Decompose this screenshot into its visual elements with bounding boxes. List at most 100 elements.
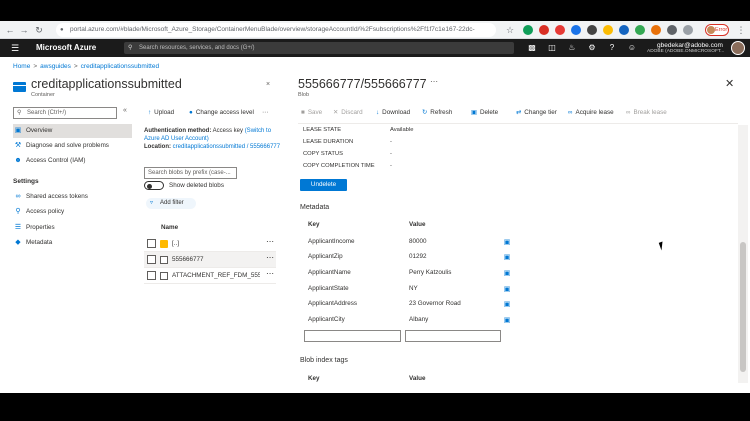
extension-icon[interactable] <box>539 25 549 35</box>
add-filter-button[interactable]: ▿ Add filter <box>146 198 196 209</box>
extension-icon[interactable] <box>651 25 661 35</box>
metadata-value[interactable]: 80000 <box>409 238 427 245</box>
menu-item-overview[interactable]: ▣ Overview <box>13 124 132 138</box>
star-icon[interactable]: ☆ <box>504 23 516 37</box>
breadcrumb-storage-account[interactable]: awsguides <box>40 63 71 70</box>
directory-filter-icon[interactable]: ◫ <box>547 43 557 53</box>
extension-icon[interactable] <box>619 25 629 35</box>
avatar[interactable] <box>731 41 745 55</box>
menu-item-access-policy[interactable]: ⚲ Access policy <box>13 205 132 219</box>
notifications-bell-icon[interactable]: ♨ <box>567 43 577 53</box>
menu-item-shared-access-tokens[interactable]: ∞ Shared access tokens <box>13 190 132 204</box>
download-button[interactable]: ↓ Download <box>376 109 410 116</box>
upload-button[interactable]: ↑ Upload <box>148 109 174 116</box>
row-more-icon[interactable]: ⋯ <box>266 253 274 262</box>
row-more-icon[interactable]: ⋯ <box>266 237 274 246</box>
property-value: - <box>390 163 392 169</box>
undelete-button[interactable]: Undelete <box>300 179 347 191</box>
menu-item-properties[interactable]: ☰ Properties <box>13 221 132 235</box>
row-name[interactable]: ATTACHMENT_REF_FDM_5556... <box>172 272 260 279</box>
change-tier-button[interactable]: ⇄ Change tier <box>516 109 557 116</box>
row-name[interactable]: [..] <box>172 240 260 247</box>
menu-item-diagnose[interactable]: ⚒ Diagnose and solve problems <box>13 139 132 153</box>
feedback-icon[interactable]: ☺ <box>627 43 637 53</box>
breadcrumb-container[interactable]: creditapplicationssubmitted <box>81 63 159 70</box>
more-commands-icon[interactable]: ⋯ <box>262 109 268 116</box>
collapse-menu-icon[interactable]: « <box>123 107 127 114</box>
settings-gear-icon[interactable]: ⚙ <box>587 43 597 53</box>
metadata-key[interactable]: ApplicantIncome <box>308 238 355 245</box>
trash-icon: ▣ <box>471 109 477 116</box>
table-row[interactable]: ATTACHMENT_REF_FDM_5556... ⋯ <box>144 268 276 284</box>
row-more-icon[interactable]: ⋯ <box>266 269 274 278</box>
row-checkbox[interactable] <box>147 255 156 264</box>
delete-metadata-icon[interactable]: ▣ <box>503 238 511 247</box>
extension-icon[interactable] <box>587 25 597 35</box>
brand-title[interactable]: Microsoft Azure <box>36 43 96 53</box>
break-lease-button[interactable]: ∞ Break lease <box>626 109 667 116</box>
address-bar[interactable]: ● portal.azure.com/#blade/Microsoft_Azur… <box>56 23 496 37</box>
metadata-key[interactable]: ApplicantName <box>308 269 351 276</box>
menu-search-input[interactable]: ⚲ Search (Ctrl+/) <box>13 107 117 119</box>
add-filter-label: Add filter <box>160 200 184 206</box>
table-row[interactable]: 555666777 ⋯ <box>144 252 276 268</box>
menu-item-metadata[interactable]: ◆ Metadata <box>13 236 132 250</box>
delete-metadata-icon[interactable]: ▣ <box>503 253 511 262</box>
hamburger-menu-icon[interactable]: ☰ <box>11 43 19 53</box>
metadata-key[interactable]: ApplicantState <box>308 285 349 292</box>
pin-icon[interactable]: × <box>266 81 270 88</box>
extension-icon[interactable] <box>603 25 613 35</box>
delete-metadata-icon[interactable]: ▣ <box>503 269 511 278</box>
new-metadata-value-input[interactable] <box>405 330 501 342</box>
delete-button[interactable]: ▣ Delete <box>471 109 498 116</box>
row-name[interactable]: 555666777 <box>172 256 260 263</box>
save-button[interactable]: ■ Save <box>301 109 322 116</box>
metadata-key[interactable]: ApplicantCity <box>308 316 345 323</box>
table-row[interactable]: [..] ⋯ <box>144 236 276 252</box>
extension-icon[interactable] <box>571 25 581 35</box>
user-name[interactable]: gbedekar@adobe.com <box>657 42 723 49</box>
metadata-value[interactable]: NY <box>409 285 418 292</box>
name-column-header[interactable]: Name <box>161 224 178 231</box>
row-checkbox[interactable] <box>147 239 156 248</box>
browser-menu-icon[interactable]: ⋮ <box>735 23 747 37</box>
upload-label: Upload <box>154 109 175 116</box>
discard-button[interactable]: ✕ Discard <box>333 109 363 116</box>
global-search-input[interactable]: ⚲ Search resources, services, and docs (… <box>124 42 514 54</box>
delete-metadata-icon[interactable]: ▣ <box>503 316 511 325</box>
extension-icon[interactable] <box>667 25 677 35</box>
command-bar-divider <box>298 123 738 124</box>
extension-icon[interactable] <box>523 25 533 35</box>
metadata-value[interactable]: 01292 <box>409 253 427 260</box>
profile-button[interactable]: Error <box>705 24 729 36</box>
help-icon[interactable]: ? <box>607 43 617 53</box>
delete-metadata-icon[interactable]: ▣ <box>503 285 511 294</box>
delete-metadata-icon[interactable]: ▣ <box>503 300 511 309</box>
metadata-value[interactable]: Albany <box>409 316 428 323</box>
change-access-level-button[interactable]: ● Change access level <box>189 109 254 116</box>
menu-item-access-control[interactable]: ☻ Access Control (IAM) <box>13 154 132 168</box>
user-directory[interactable]: ADOBE (ADOBE.ONMICROSOFT... <box>647 49 724 54</box>
metadata-key[interactable]: ApplicantZip <box>308 253 343 260</box>
extension-icon[interactable] <box>555 25 565 35</box>
acquire-lease-button[interactable]: ∞ Acquire lease <box>568 109 614 116</box>
cloud-shell-icon[interactable]: ▩ <box>527 43 537 53</box>
blob-search-input[interactable]: Search blobs by prefix (case-... <box>144 167 237 179</box>
metadata-value[interactable]: 23 Governor Road <box>409 300 461 307</box>
breadcrumb-home[interactable]: Home <box>13 63 30 70</box>
close-icon[interactable]: ✕ <box>725 77 734 90</box>
refresh-button[interactable]: ↻ Refresh <box>422 109 452 116</box>
reload-icon[interactable]: ↻ <box>33 23 45 37</box>
scrollbar-thumb[interactable] <box>740 242 746 372</box>
extension-icon[interactable] <box>635 25 645 35</box>
forward-arrow-icon[interactable]: → <box>18 23 30 37</box>
show-deleted-toggle[interactable] <box>144 181 164 190</box>
location-link[interactable]: creditapplicationssubmitted / 555666777 <box>173 144 280 150</box>
blade-more-icon[interactable]: ⋯ <box>430 77 438 86</box>
row-checkbox[interactable] <box>147 271 156 280</box>
back-arrow-icon[interactable]: ← <box>4 23 16 37</box>
metadata-value[interactable]: Perry Katzoulis <box>409 269 451 276</box>
new-metadata-key-input[interactable] <box>304 330 401 342</box>
puzzle-icon[interactable] <box>683 25 693 35</box>
metadata-key[interactable]: ApplicantAddress <box>308 300 357 307</box>
